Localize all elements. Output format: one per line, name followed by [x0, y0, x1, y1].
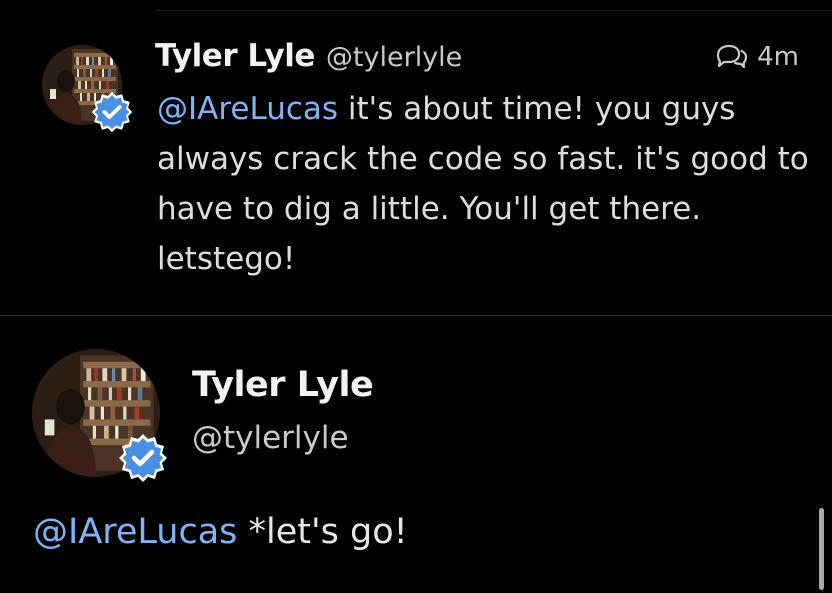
scrollbar[interactable] — [819, 508, 824, 590]
detail-text-content: *let's go! — [237, 512, 408, 552]
tweet-meta: 4m — [713, 42, 799, 72]
detail-tweet-text[interactable]: @IAreLucas *let's go! — [33, 512, 408, 552]
verified-badge-icon — [90, 90, 134, 134]
mention-link[interactable]: @IAreLucas — [157, 91, 338, 127]
conversation-icon — [713, 43, 757, 71]
author-handle[interactable]: @tylerlyle — [326, 42, 462, 73]
divider — [0, 315, 832, 316]
tweet-header: Tyler Lyle @tylerlyle — [155, 38, 462, 74]
top-divider — [155, 10, 832, 11]
tweet-text[interactable]: @IAreLucas it's about time! you guys alw… — [157, 84, 812, 284]
profile-handle[interactable]: @tylerlyle — [192, 420, 349, 456]
author-name[interactable]: Tyler Lyle — [155, 38, 315, 74]
tweet-time: 4m — [757, 42, 799, 72]
mention-link[interactable]: @IAreLucas — [33, 512, 237, 552]
verified-badge-icon — [117, 432, 169, 484]
profile-display-name[interactable]: Tyler Lyle — [192, 365, 374, 405]
